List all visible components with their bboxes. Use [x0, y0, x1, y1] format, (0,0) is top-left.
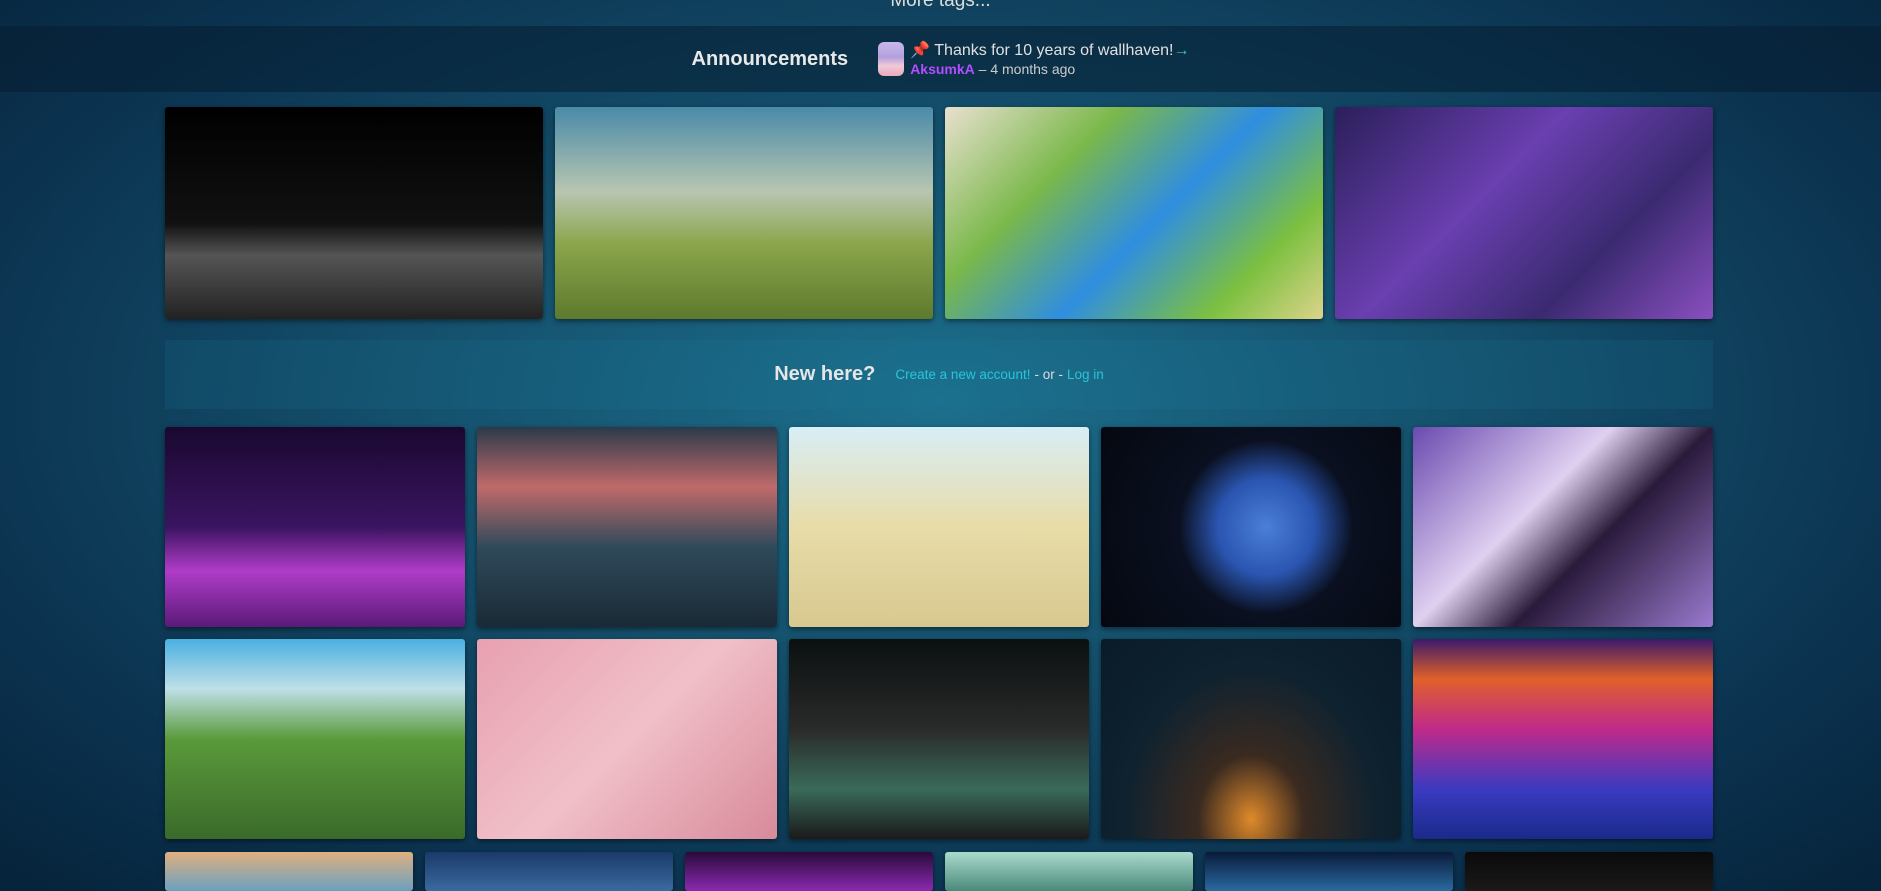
- wallpaper-thumbnail[interactable]: [477, 427, 777, 627]
- wallpaper-grid-row: [165, 427, 1713, 627]
- arrow-right-icon: →: [1173, 42, 1190, 59]
- announcements-bar: Announcements 📌 Thanks for 10 years of w…: [0, 26, 1881, 92]
- pushpin-icon: 📌: [910, 42, 931, 59]
- wallpaper-thumbnail[interactable]: [1413, 427, 1713, 627]
- more-tags-link[interactable]: More tags...: [0, 0, 1881, 12]
- wallpaper-thumbnail[interactable]: [789, 427, 1089, 627]
- wallpaper-thumbnail[interactable]: [555, 107, 933, 319]
- wallpaper-thumbnail[interactable]: [1205, 852, 1453, 891]
- wallpaper-thumbnail[interactable]: [165, 852, 413, 891]
- wallpaper-thumbnail[interactable]: [1465, 852, 1713, 891]
- new-here-bar: New here? Create a new account! - or - L…: [165, 340, 1713, 409]
- wallpaper-thumbnail[interactable]: [1101, 639, 1401, 839]
- announcements-title: Announcements: [691, 47, 849, 70]
- wallpaper-thumbnail[interactable]: [165, 427, 465, 627]
- avatar[interactable]: [878, 42, 905, 76]
- wallpaper-thumbnail[interactable]: [789, 639, 1089, 839]
- announcement-author[interactable]: AksumkA: [910, 61, 975, 77]
- wallpaper-thumbnail[interactable]: [1335, 107, 1713, 319]
- create-account-link[interactable]: Create a new account!: [895, 367, 1030, 382]
- wallpaper-thumbnail[interactable]: [165, 639, 465, 839]
- wallpaper-thumbnail[interactable]: [685, 852, 933, 891]
- wallpaper-thumbnail[interactable]: [1101, 427, 1401, 627]
- wallpaper-thumbnail[interactable]: [1413, 639, 1713, 839]
- wallpaper-grid-row: [165, 639, 1713, 839]
- wallpaper-thumbnail[interactable]: [477, 639, 777, 839]
- wallpaper-thumbnail[interactable]: [945, 852, 1193, 891]
- wallpaper-thumbnail[interactable]: [945, 107, 1323, 319]
- wallpaper-thumbnail[interactable]: [165, 107, 543, 319]
- new-here-title: New here?: [774, 363, 876, 385]
- wallpaper-grid-row: [165, 852, 1713, 891]
- announcement-time: – 4 months ago: [978, 61, 1076, 77]
- wallpaper-thumbnail[interactable]: [425, 852, 673, 891]
- login-link[interactable]: Log in: [1067, 367, 1104, 382]
- announcement-link[interactable]: 📌 Thanks for 10 years of wallhaven!→: [910, 41, 1189, 61]
- featured-wallpapers: [165, 107, 1713, 319]
- announcement-text: Thanks for 10 years of wallhaven!: [934, 42, 1174, 59]
- or-text: - or -: [1034, 367, 1063, 382]
